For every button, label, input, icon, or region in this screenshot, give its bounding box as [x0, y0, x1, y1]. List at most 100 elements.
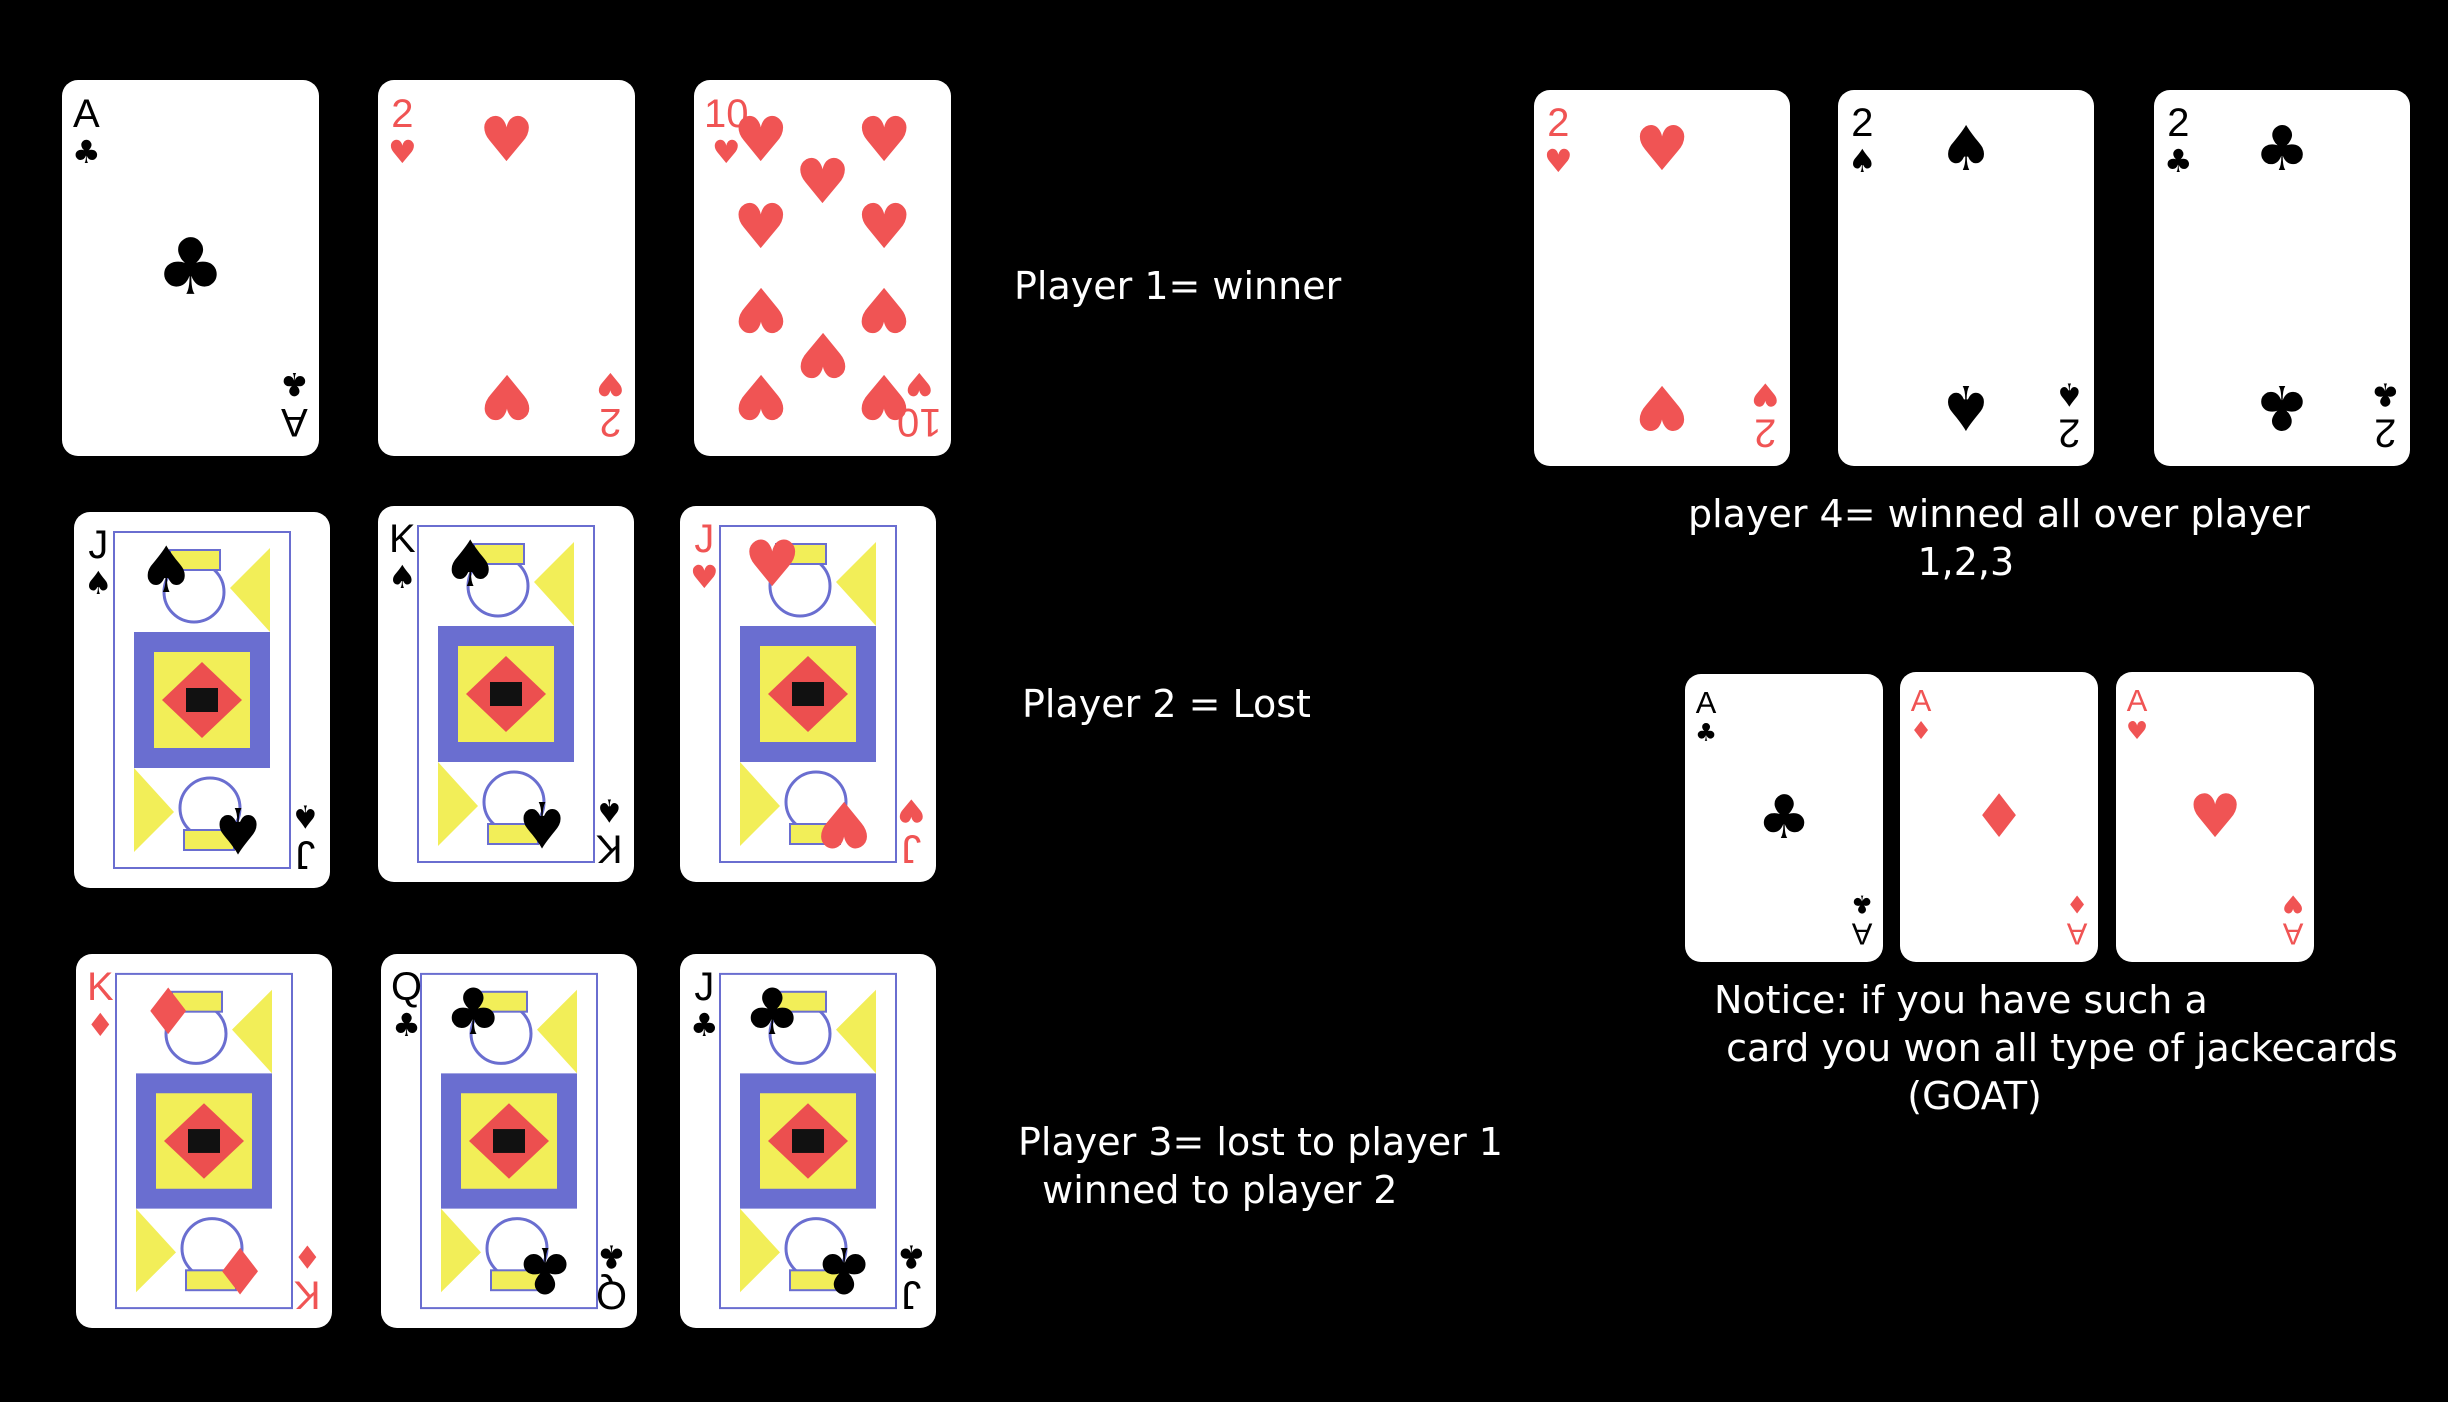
card-king-of-diamonds: K ♦ K ♦ ♦ ♦: [76, 954, 332, 1328]
large-suit-pip: ♣: [444, 975, 502, 1050]
card-corner-index: A ♥: [2281, 889, 2304, 951]
suit-pip: ♥: [733, 103, 789, 177]
card-two-of-hearts-p4: 2 ♥ 2 ♥ ♥ ♥: [1534, 90, 1790, 466]
large-suit-pip: ♥: [743, 528, 801, 603]
card-rank: A: [1695, 685, 1717, 720]
card-corner-index: A ♣: [72, 94, 101, 168]
card-suit-icon: ♥: [596, 365, 625, 403]
card-rank: 2: [1754, 411, 1777, 455]
card-rank: Q: [596, 1273, 627, 1317]
card-king-of-spades: K ♠ K ♠ ♠ ♠: [378, 506, 634, 882]
card-suit-icon: ♥: [690, 557, 719, 596]
card-suit-icon: ♠: [595, 792, 624, 831]
card-corner-index: 2 ♣: [2371, 376, 2400, 455]
card-rank: J: [694, 965, 715, 1009]
large-suit-pip: ♣: [743, 975, 801, 1050]
card-rank: A: [1910, 683, 1932, 718]
suit-pip: ♥: [733, 273, 789, 347]
suit-pip: ♣: [2254, 113, 2310, 186]
face-art-shape: [740, 762, 780, 846]
player2-label: Player 2 = Lost: [1022, 682, 1311, 726]
player1-label: Player 1= winner: [1014, 264, 1342, 308]
card-corner-index: K ♦: [293, 1238, 322, 1317]
card-suit-icon: ♥: [2281, 889, 2304, 919]
face-art-shape: [490, 682, 522, 706]
card-suit-icon: ♣: [392, 1005, 421, 1044]
card-rank: J: [901, 1273, 922, 1317]
large-suit-pip: ♠: [513, 785, 571, 860]
card-corner-index: 2 ♠: [1848, 103, 1877, 180]
card-rank: K: [596, 827, 624, 871]
card-rank: J: [88, 523, 109, 567]
card-rank: 2: [391, 92, 414, 136]
suit-pip: ♥: [478, 359, 535, 433]
face-art-shape: [740, 1208, 780, 1293]
card-corner-index: J ♠: [84, 523, 113, 600]
card-suit-icon: ♣: [72, 133, 101, 171]
suit-pip: ♠: [1938, 370, 1994, 443]
card-suit-icon: ♦: [293, 1238, 322, 1277]
card-rank: J: [901, 827, 922, 871]
card-suit-icon: ♥: [2126, 715, 2149, 745]
large-suit-pip: ♦: [211, 1232, 269, 1307]
card-ace-of-hearts: A ♥ A ♥ ♥: [2116, 672, 2314, 962]
card-corner-index: 2 ♠: [2055, 376, 2084, 455]
large-suit-pip: ♠: [209, 791, 267, 866]
suit-pip: ♥: [1634, 370, 1690, 443]
card-rank: Q: [391, 965, 422, 1009]
card-suit-icon: ♣: [897, 1238, 926, 1277]
card-two-of-hearts: 2 ♥ 2 ♥ ♥ ♥: [378, 80, 635, 456]
card-suit-icon: ♠: [1848, 141, 1877, 180]
card-ace-of-clubs: A ♣ A ♣ ♣: [62, 80, 319, 456]
face-art-shape: [438, 762, 478, 846]
card-corner-index: J ♣: [690, 965, 719, 1042]
suit-pip: ♥: [794, 318, 851, 392]
card-corner-index: 2 ♥: [1751, 376, 1780, 455]
card-corner-index: K ♠: [595, 792, 624, 871]
suit-pip: ♥: [733, 359, 789, 433]
card-corner-index: J ♣: [897, 1238, 926, 1317]
card-corner-index: A ♦: [2065, 889, 2088, 951]
card-corner-index: Q ♣: [391, 965, 422, 1044]
card-corner-index: A ♣: [1850, 889, 1873, 951]
face-art-shape: [836, 989, 876, 1074]
card-suit-icon: ♣: [1695, 717, 1718, 747]
card-two-of-clubs: 2 ♣ 2 ♣ ♣ ♣: [2154, 90, 2410, 466]
card-rank: A: [2066, 916, 2088, 951]
card-ten-of-hearts: 10 ♥ 10 ♥ ♥ ♥ ♥ ♥ ♥ ♥ ♥ ♥ ♥ ♥: [694, 80, 951, 456]
face-art-shape: [136, 1208, 176, 1293]
card-suit-icon: ♣: [597, 1238, 626, 1277]
face-art-shape: [537, 989, 577, 1074]
card-rank: 2: [599, 400, 622, 444]
card-rank: A: [281, 400, 308, 444]
card-rank: K: [388, 517, 416, 561]
card-rank: A: [2282, 916, 2304, 951]
card-jack-of-clubs: J ♣ J ♣ ♣ ♣: [680, 954, 936, 1328]
suit-pip: ♥: [856, 189, 912, 263]
card-suit-icon: ♣: [280, 365, 309, 403]
card-suit-icon: ♦: [2065, 889, 2088, 919]
card-rank: J: [694, 517, 715, 561]
card-corner-index: K ♠: [388, 517, 417, 594]
card-suit-icon: ♥: [1751, 376, 1780, 415]
card-suit-icon: ♣: [1850, 889, 1873, 919]
face-art-shape: [792, 1129, 824, 1153]
card-two-of-spades: 2 ♠ 2 ♠ ♠ ♠: [1838, 90, 2094, 466]
card-suit-icon: ♠: [291, 798, 320, 837]
face-art-shape: [493, 1129, 525, 1153]
card-suit-icon: ♦: [86, 1005, 115, 1044]
card-queen-of-clubs: Q ♣ Q ♣ ♣ ♣: [381, 954, 637, 1328]
card-corner-index: A ♦: [1910, 683, 1933, 745]
card-rank: 2: [1547, 101, 1570, 145]
suit-pip: ♥: [856, 103, 912, 177]
card-suit-icon: ♥: [897, 792, 926, 831]
card-rank: K: [86, 965, 114, 1009]
face-art-shape: [186, 688, 218, 712]
card-suit-icon: ♦: [1910, 715, 1933, 745]
card-corner-index: A ♣: [1695, 685, 1718, 747]
card-ace-of-diamonds: A ♦ A ♦ ♦: [1900, 672, 2098, 962]
card-corner-index: A ♣: [280, 365, 309, 444]
suit-pip: ♥: [478, 103, 535, 177]
card-corner-index: K ♦: [86, 965, 115, 1044]
card-suit-icon: ♠: [2055, 376, 2084, 415]
